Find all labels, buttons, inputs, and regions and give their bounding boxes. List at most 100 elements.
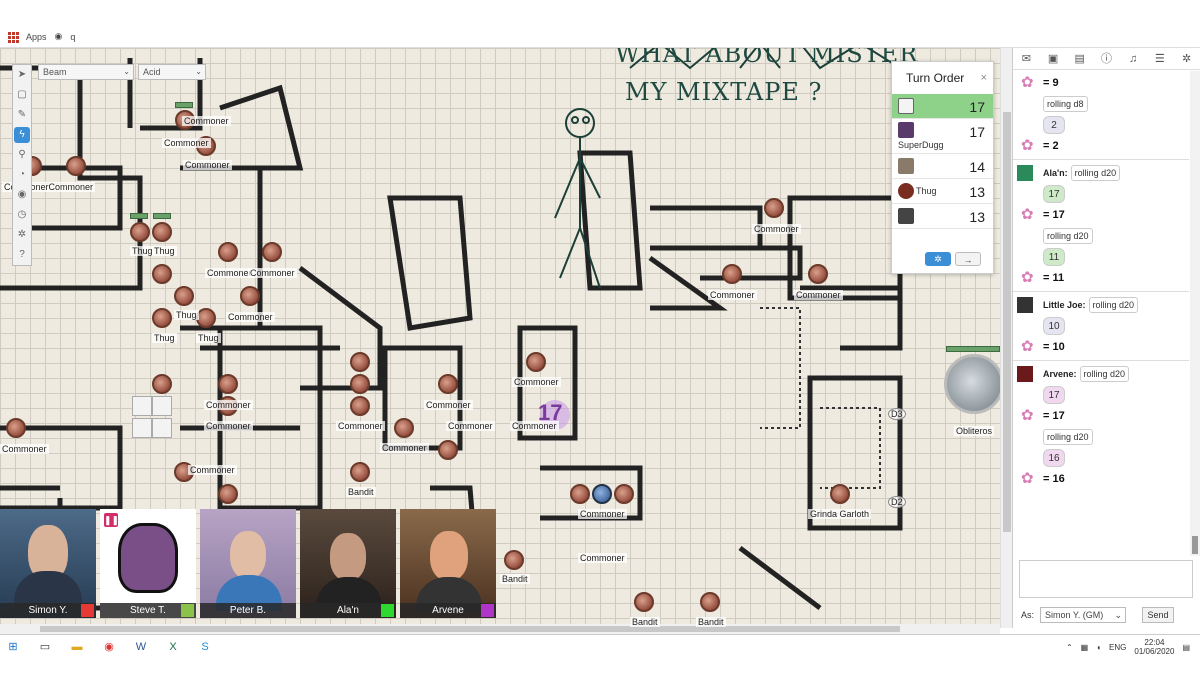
- token-commoner[interactable]: [350, 396, 370, 416]
- token-thug[interactable]: [152, 308, 172, 328]
- turn-order-header[interactable]: Turn Order ×: [892, 62, 993, 94]
- video-feed[interactable]: Ala'n: [300, 509, 396, 618]
- settings-tool-icon[interactable]: ✲: [14, 227, 30, 243]
- token-bandit[interactable]: [504, 550, 524, 570]
- notifications-icon[interactable]: ▤: [1182, 643, 1190, 652]
- art-library-tab-icon[interactable]: ▣: [1046, 53, 1060, 65]
- close-icon[interactable]: ×: [981, 72, 987, 84]
- token-obliteros[interactable]: [944, 354, 1000, 414]
- fog-eye-tool-icon[interactable]: ◉: [14, 187, 30, 203]
- token-grinda-garloth[interactable]: [830, 484, 850, 504]
- clock[interactable]: 22:04 01/06/2020: [1134, 638, 1174, 656]
- language-indicator[interactable]: ENG: [1109, 643, 1126, 652]
- excel-icon[interactable]: X: [166, 640, 180, 654]
- network-icon[interactable]: ▦: [1081, 643, 1089, 652]
- chat-scrollbar[interactable]: [1190, 71, 1200, 556]
- turn-order-entry[interactable]: 13: [892, 204, 993, 229]
- token-commoner[interactable]: [722, 264, 742, 284]
- map-horizontal-scrollbar[interactable]: [0, 624, 1000, 634]
- effect-type-select[interactable]: Acid ⌄: [138, 64, 206, 80]
- jukebox-tab-icon[interactable]: ♫: [1126, 53, 1140, 65]
- token-thug[interactable]: [196, 308, 216, 328]
- video-feed[interactable]: ❚❚ Steve T.: [100, 509, 196, 618]
- speak-as-select[interactable]: Simon Y. (GM) ⌄: [1040, 607, 1127, 623]
- token-commoner[interactable]: [526, 352, 546, 372]
- journal-tab-icon[interactable]: ▤: [1073, 53, 1087, 65]
- token-commoner[interactable]: [592, 484, 612, 504]
- token-commoner[interactable]: [218, 484, 238, 504]
- token-commoner[interactable]: [240, 286, 260, 306]
- turn-order-entry[interactable]: 14: [892, 154, 993, 179]
- chat-log[interactable]: ✿ = 9 rolling d8 2 ✿ = 2 Ala'n: rolling …: [1013, 71, 1189, 556]
- word-icon[interactable]: W: [134, 640, 148, 654]
- token-commoner[interactable]: [66, 156, 86, 176]
- token-commoner[interactable]: [438, 374, 458, 394]
- token-player-portrait[interactable]: [132, 396, 152, 416]
- chrome-icon[interactable]: ◉: [102, 640, 116, 654]
- right-sidebar: ✉ ▣ ▤ ⓘ ♫ ☰ ✲ ✿ = 9 rolling d8 2 ✿ = 2 A…: [1012, 48, 1200, 628]
- send-button[interactable]: Send: [1142, 607, 1175, 623]
- volume-icon[interactable]: ◖: [1096, 643, 1101, 652]
- select-tool-icon[interactable]: ➤: [14, 67, 30, 83]
- compendium-tab-icon[interactable]: ⓘ: [1099, 53, 1113, 65]
- pause-icon[interactable]: ❚❚: [104, 513, 119, 527]
- turn-order-entry[interactable]: Thug 13: [892, 179, 993, 204]
- token-commoner[interactable]: [350, 374, 370, 394]
- token-bandit[interactable]: [350, 462, 370, 482]
- token-commoner[interactable]: [218, 242, 238, 262]
- map-layer-tool-icon[interactable]: ▢: [14, 87, 30, 103]
- token-bandit[interactable]: [700, 592, 720, 612]
- dice-tool-icon[interactable]: ◔: [14, 167, 30, 183]
- token-thug[interactable]: [130, 222, 150, 242]
- token-commoner[interactable]: [350, 352, 370, 372]
- token-commoner[interactable]: [438, 440, 458, 460]
- draw-tool-icon[interactable]: ✎: [14, 107, 30, 123]
- token-thug[interactable]: [152, 264, 172, 284]
- token-player-portrait[interactable]: [132, 418, 152, 438]
- entry-name: SuperDugg: [898, 140, 944, 150]
- skype-icon[interactable]: S: [198, 640, 212, 654]
- clock-tool-icon[interactable]: ◷: [14, 207, 30, 223]
- bookmark-q[interactable]: q: [70, 32, 75, 42]
- chat-input[interactable]: [1019, 560, 1193, 598]
- apps-bookmark[interactable]: Apps: [26, 32, 47, 42]
- effect-shape-select[interactable]: Beam ⌄: [38, 64, 134, 80]
- token-thug[interactable]: [152, 222, 172, 242]
- token-commoner[interactable]: [614, 484, 634, 504]
- video-feed[interactable]: Peter B.: [200, 509, 296, 618]
- scroll-thumb[interactable]: [40, 626, 900, 632]
- turn-order-entry[interactable]: 17: [892, 94, 993, 119]
- task-view-icon[interactable]: ▭: [38, 640, 52, 654]
- tray-chevron-icon[interactable]: ⌃: [1066, 643, 1073, 652]
- apps-grid-icon[interactable]: [8, 31, 19, 43]
- zoom-tool-icon[interactable]: ⚲: [14, 147, 30, 163]
- token-commoner[interactable]: [6, 418, 26, 438]
- token-commoner[interactable]: [218, 374, 238, 394]
- file-explorer-icon[interactable]: ▬: [70, 640, 84, 654]
- spell-effect-tool-icon[interactable]: ϟ: [14, 127, 30, 143]
- turn-order-entry[interactable]: SuperDugg 17: [892, 119, 993, 154]
- token-commoner[interactable]: [764, 198, 784, 218]
- token-commoner[interactable]: [394, 418, 414, 438]
- dice-star-icon: ✿: [1021, 137, 1034, 154]
- token-player-portrait[interactable]: [152, 418, 172, 438]
- chat-tab-icon[interactable]: ✉: [1019, 53, 1033, 65]
- video-feed[interactable]: Arvene: [400, 509, 496, 618]
- token-player-portrait[interactable]: [152, 396, 172, 416]
- windows-start-icon[interactable]: ⊞: [6, 640, 20, 654]
- token-commoner[interactable]: [808, 264, 828, 284]
- collection-tab-icon[interactable]: ☰: [1153, 53, 1167, 65]
- scroll-thumb[interactable]: [1192, 536, 1198, 554]
- map-vertical-scrollbar[interactable]: [1000, 48, 1012, 628]
- token-commoner[interactable]: [262, 242, 282, 262]
- turn-order-settings-button[interactable]: ✲: [925, 252, 951, 266]
- token-commoner[interactable]: [570, 484, 590, 504]
- video-feed[interactable]: Simon Y.: [0, 509, 96, 618]
- next-turn-button[interactable]: →: [955, 252, 981, 266]
- scroll-thumb[interactable]: [1003, 112, 1011, 532]
- token-thug[interactable]: [174, 286, 194, 306]
- token-commoner[interactable]: [152, 374, 172, 394]
- token-bandit[interactable]: [634, 592, 654, 612]
- settings-tab-icon[interactable]: ✲: [1180, 53, 1194, 65]
- help-tool-icon[interactable]: ?: [14, 247, 30, 263]
